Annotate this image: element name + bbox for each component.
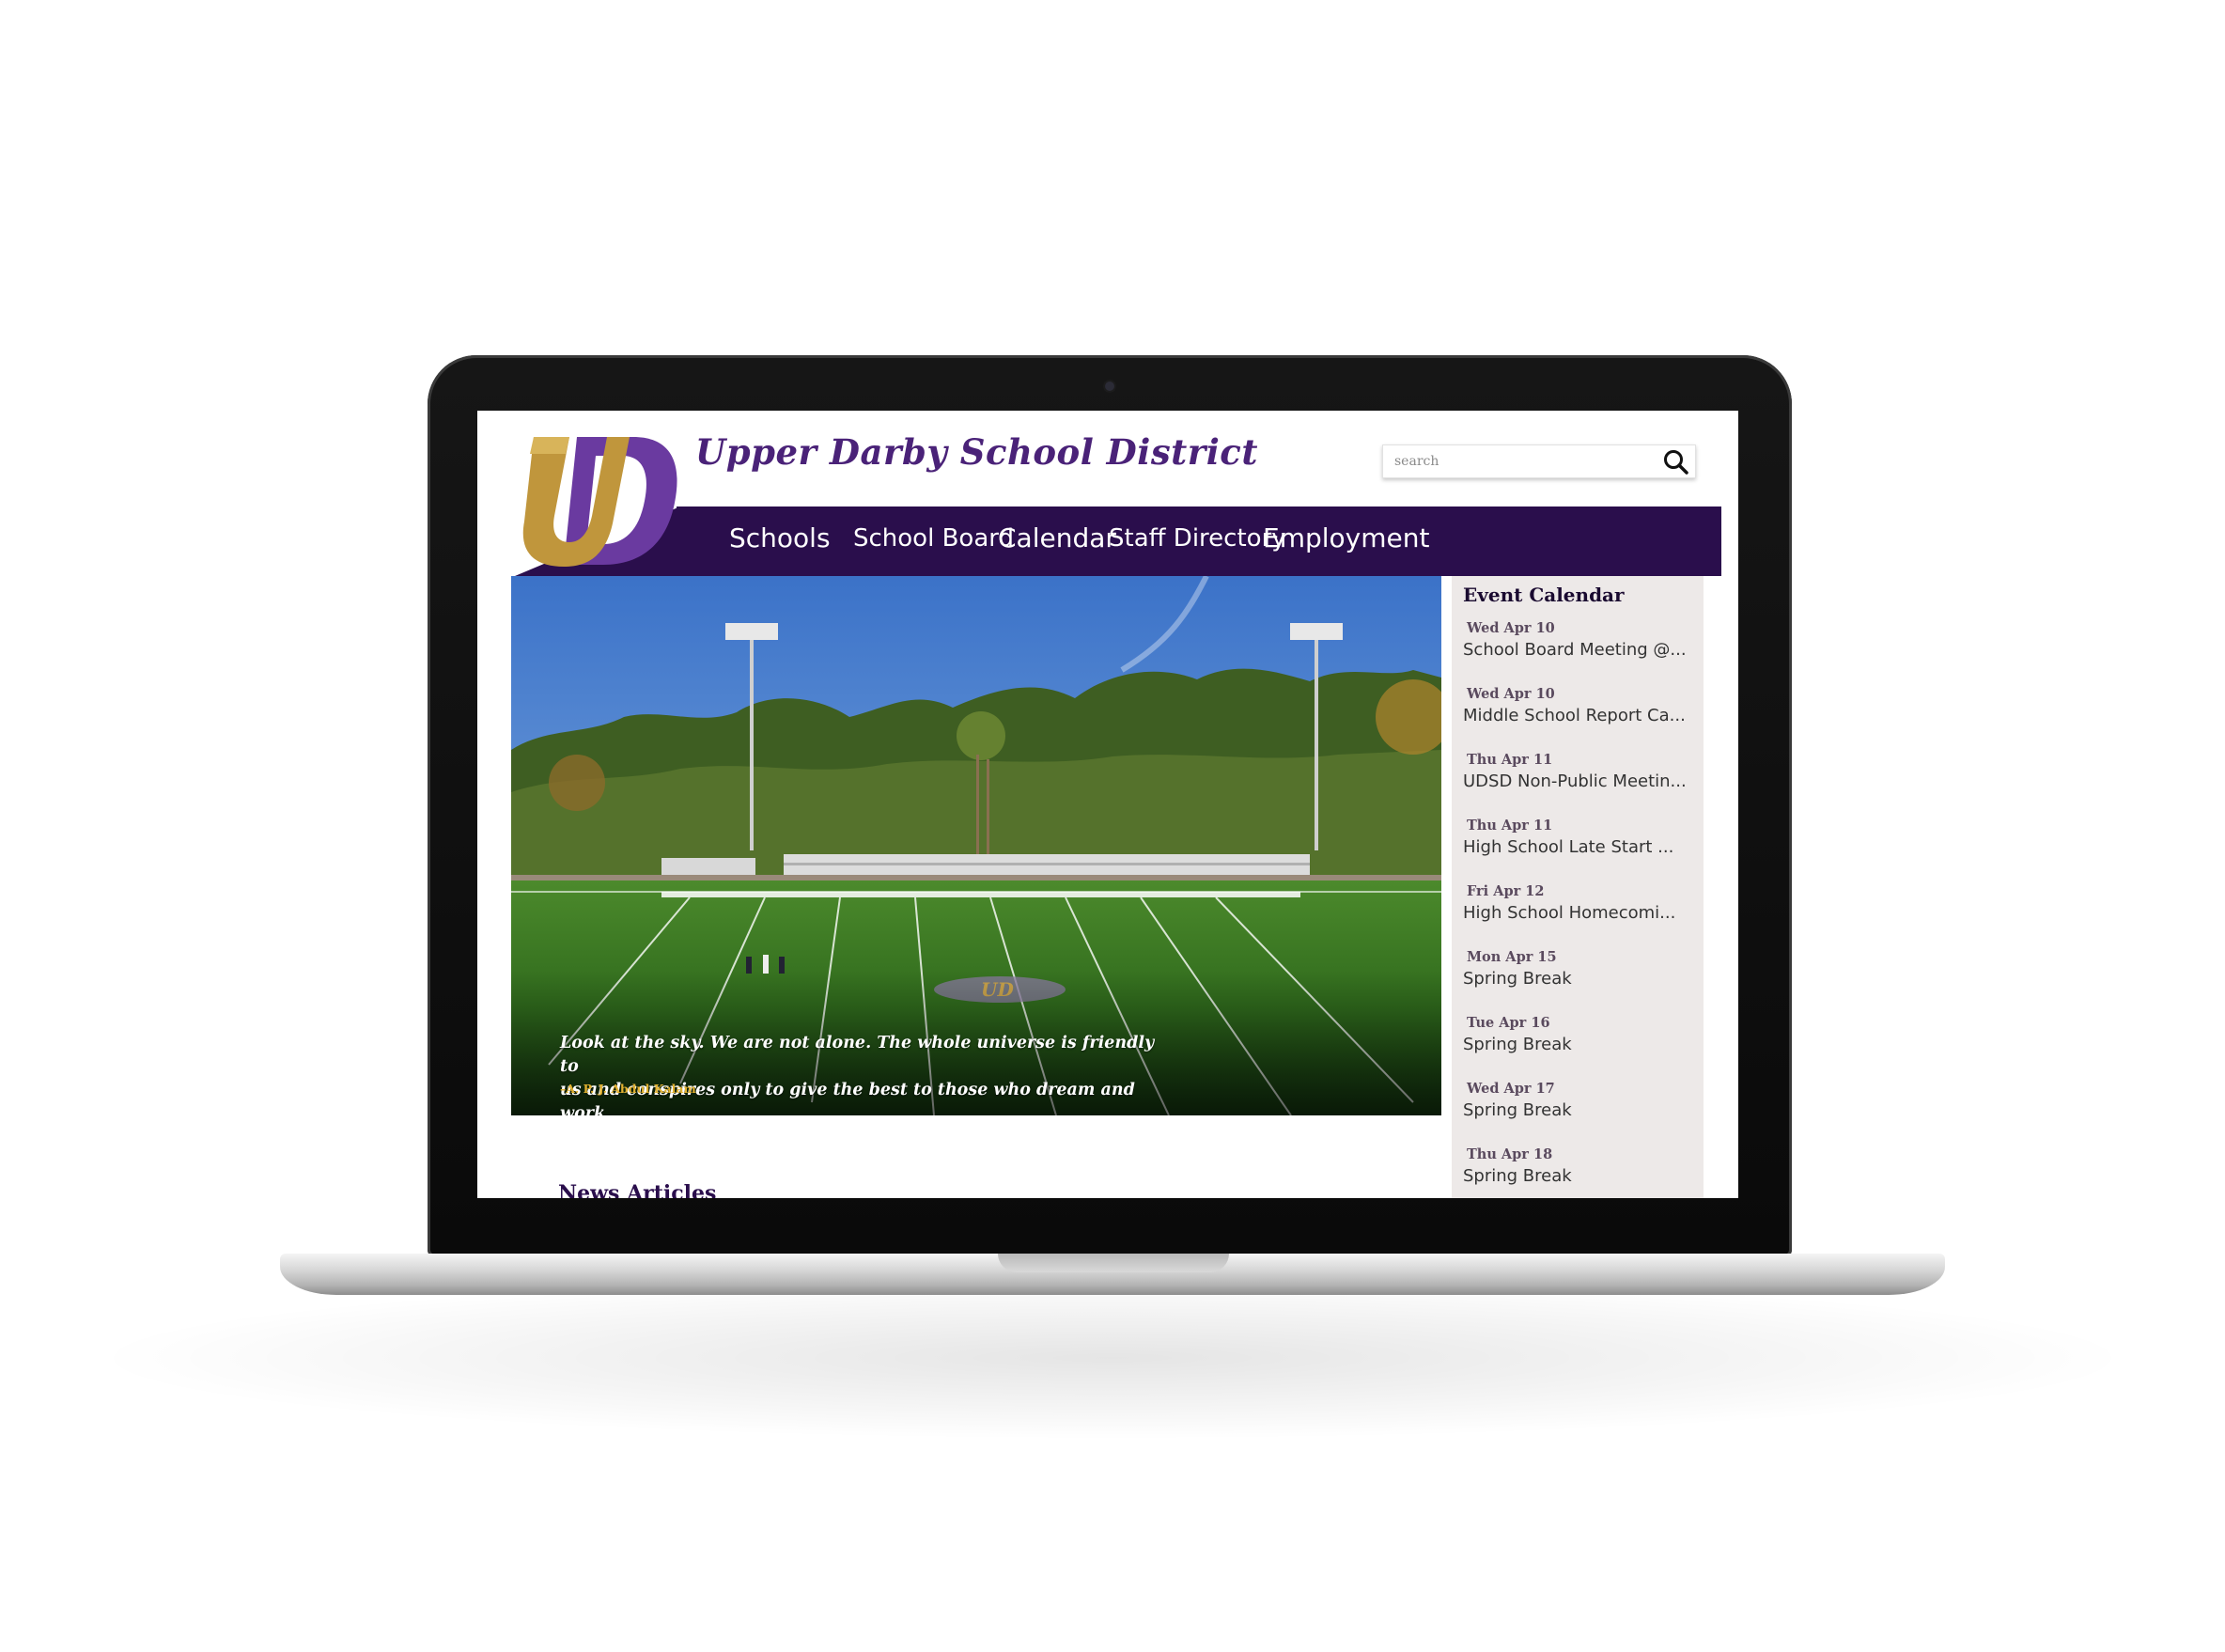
event-date: Thu Apr 11: [1467, 752, 1553, 768]
laptop-notch: [998, 1254, 1229, 1272]
event-calendar: Event Calendar Wed Apr 10 School Board M…: [1452, 576, 1704, 1198]
event-name[interactable]: School Board Meeting @...: [1463, 638, 1698, 662]
event-date: Wed Apr 10: [1467, 620, 1555, 636]
event-calendar-title: Event Calendar: [1463, 584, 1625, 606]
event-date: Tue Apr 16: [1467, 1015, 1550, 1031]
district-logo[interactable]: [511, 426, 680, 576]
nav-item-calendar[interactable]: Calendar: [998, 522, 1116, 553]
nav-item-staff-directory[interactable]: Staff Directory: [1109, 524, 1286, 553]
event-name[interactable]: UDSD Non-Public Meetin...: [1463, 770, 1698, 794]
search-icon[interactable]: [1661, 447, 1691, 475]
hero-image: UD Look at the sky. We are not alone. Th…: [511, 576, 1441, 1115]
nav-item-schools[interactable]: Schools: [729, 522, 831, 553]
event-item[interactable]: Mon Apr 15 Spring Break: [1463, 948, 1698, 991]
event-date: Wed Apr 10: [1467, 686, 1555, 702]
webcam: [1105, 382, 1114, 391]
event-name[interactable]: High School Homecomi...: [1463, 901, 1698, 926]
event-name[interactable]: High School Late Start ...: [1463, 835, 1698, 860]
nav-item-employment[interactable]: Employment: [1263, 522, 1429, 553]
event-item[interactable]: Wed Apr 17 Spring Break: [1463, 1080, 1698, 1123]
nav-item-school-board[interactable]: School Board: [853, 524, 1014, 553]
event-name[interactable]: Middle School Report Ca...: [1463, 704, 1698, 728]
event-item[interactable]: Thu Apr 11 UDSD Non-Public Meetin...: [1463, 751, 1698, 794]
event-name[interactable]: Spring Break: [1463, 1164, 1698, 1189]
browser-screen: Schools School Board Calendar Staff Dire…: [477, 411, 1738, 1198]
news-heading: News Articles: [558, 1181, 717, 1198]
search-box: [1382, 444, 1696, 478]
event-item[interactable]: Thu Apr 11 High School Late Start ...: [1463, 817, 1698, 860]
event-item[interactable]: Wed Apr 10 Middle School Report Ca...: [1463, 685, 1698, 728]
event-name[interactable]: Spring Break: [1463, 1033, 1698, 1057]
hero-quote-author: –A. P. J. Abdul Kalam: [560, 1082, 696, 1096]
hero-quote: Look at the sky. We are not alone. The w…: [560, 1032, 1161, 1115]
event-item[interactable]: Fri Apr 12 High School Homecomi...: [1463, 882, 1698, 926]
event-item[interactable]: Thu Apr 18 Spring Break: [1463, 1145, 1698, 1189]
event-date: Mon Apr 15: [1467, 949, 1557, 965]
event-item[interactable]: Tue Apr 16 Spring Break: [1463, 1014, 1698, 1057]
event-date: Thu Apr 11: [1467, 818, 1553, 834]
main-nav: Schools School Board Calendar Staff Dire…: [677, 507, 1721, 576]
search-input[interactable]: [1393, 448, 1650, 475]
event-name[interactable]: Spring Break: [1463, 1099, 1698, 1123]
laptop-shadow: [113, 1278, 2112, 1438]
event-date: Wed Apr 17: [1467, 1081, 1555, 1097]
event-date: Thu Apr 18: [1467, 1146, 1553, 1162]
hero-quote-line-1: Look at the sky. We are not alone. The w…: [560, 1034, 1155, 1076]
event-date: Fri Apr 12: [1467, 883, 1545, 899]
site-title[interactable]: Upper Darby School District: [695, 431, 1258, 473]
event-item[interactable]: Wed Apr 10 School Board Meeting @...: [1463, 619, 1698, 662]
event-name[interactable]: Spring Break: [1463, 967, 1698, 991]
